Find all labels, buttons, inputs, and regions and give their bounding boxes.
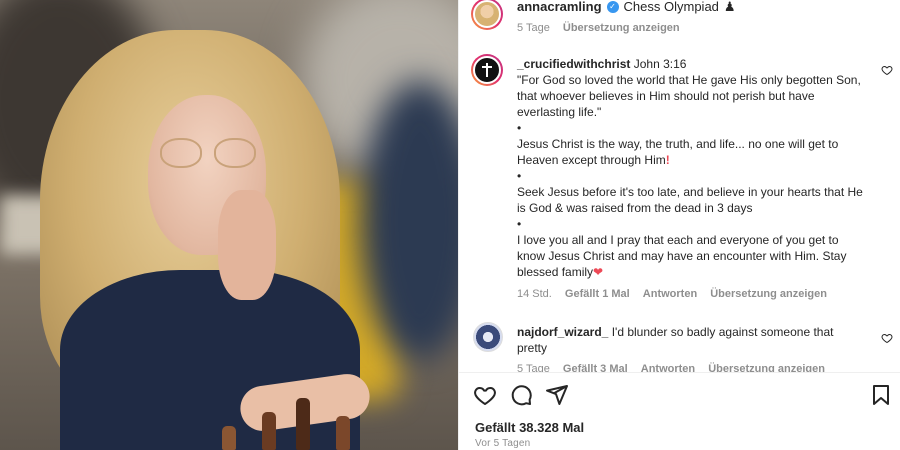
exclamation-icon: !	[665, 153, 670, 167]
chess-pawn-icon: ♟	[723, 0, 736, 14]
post-age: Vor 5 Tagen	[475, 438, 531, 449]
comment-translate-link[interactable]: Übersetzung anzeigen	[710, 288, 827, 300]
comment-bullet: •	[517, 121, 522, 135]
comments-panel: annacramling ✓ Chess Olympiad ♟ 5 Tage Ü…	[458, 0, 900, 450]
bookmark-icon[interactable]	[869, 383, 893, 407]
cross-icon	[482, 63, 492, 77]
action-bar	[459, 372, 900, 416]
comment-avatar[interactable]	[473, 322, 503, 352]
caption-row: annacramling ✓ Chess Olympiad ♟	[517, 0, 736, 15]
red-heart-icon: ❤	[593, 265, 604, 279]
comment-bullet: •	[517, 217, 522, 231]
comment-body: _crucifiedwithchrist John 3:16 "For God …	[517, 56, 863, 280]
comment-text-line: I love you all and I pray that each and …	[517, 233, 847, 279]
comment-avatar[interactable]	[471, 54, 503, 86]
reply-button[interactable]: Antworten	[643, 288, 697, 300]
heart-icon[interactable]	[473, 383, 497, 407]
chess-piece-shape	[262, 412, 276, 450]
comment-text-line: "For God so loved the world that He gave…	[517, 73, 861, 119]
caption-meta: 5 Tage Übersetzung anzeigen	[517, 22, 690, 34]
comment-text-line: John 3:16	[633, 57, 687, 71]
likes-count[interactable]: Gefällt 38.328 Mal	[475, 420, 584, 435]
author-avatar[interactable]	[471, 0, 503, 30]
paper-plane-icon[interactable]	[545, 383, 569, 407]
comment-text-line: Seek Jesus before it's too late, and bel…	[517, 185, 863, 215]
comment-username[interactable]: _crucifiedwithchrist	[517, 57, 630, 71]
comment-bullet: •	[517, 169, 522, 183]
chess-piece-shape	[336, 416, 350, 450]
caption-time: 5 Tage	[517, 22, 550, 34]
comment-body: najdorf_wizard_ I'd blunder so badly aga…	[517, 324, 863, 356]
comment-time: 14 Std.	[517, 288, 552, 300]
photo-hand-shape	[218, 190, 276, 300]
comment-like-heart-icon[interactable]	[881, 63, 893, 76]
comment-like-heart-icon[interactable]	[881, 331, 893, 344]
caption-translate-link[interactable]: Übersetzung anzeigen	[563, 22, 680, 34]
comment-icon[interactable]	[509, 383, 533, 407]
post-photo	[0, 0, 458, 450]
caption-text: Chess Olympiad	[623, 0, 719, 14]
verified-badge-icon: ✓	[606, 1, 619, 13]
chess-piece-shape	[296, 398, 310, 450]
comment-text-line: Jesus Christ is the way, the truth, and …	[517, 137, 839, 167]
author-username[interactable]: annacramling	[517, 0, 602, 15]
comment-meta: 14 Std. Gefällt 1 Mal Antworten Übersetz…	[517, 288, 837, 300]
photo-glasses-shape	[160, 138, 256, 168]
chess-piece-shape	[222, 426, 236, 450]
comment-username[interactable]: najdorf_wizard_	[517, 325, 608, 339]
comment-likes-link[interactable]: Gefällt 1 Mal	[565, 288, 630, 300]
